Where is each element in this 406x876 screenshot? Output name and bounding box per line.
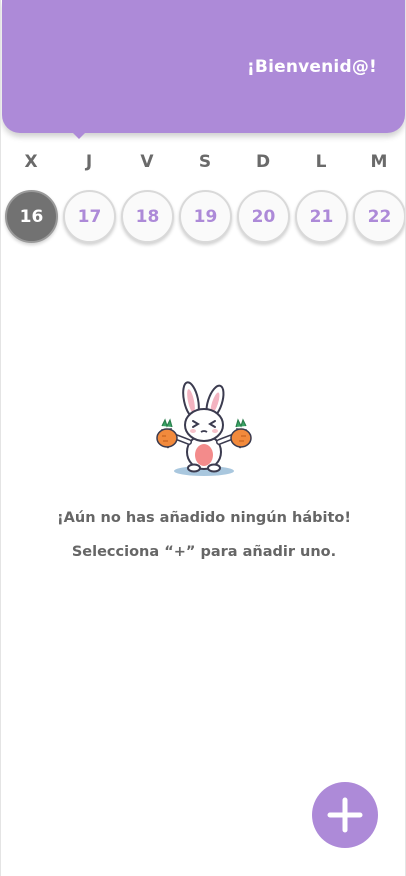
header-notch [72, 132, 86, 139]
bunny-with-carrots-icon [156, 381, 252, 476]
weekday-row: X J V S D L M [1, 152, 405, 176]
day-button[interactable]: 22 [353, 190, 405, 243]
add-habit-button[interactable] [312, 782, 378, 848]
empty-hint: Selecciona “+” para añadir uno. [71, 544, 337, 560]
weekday-label: M [370, 152, 388, 172]
day-button[interactable]: 19 [179, 190, 232, 243]
welcome-title: ¡Bienvenid@! [246, 57, 377, 77]
weekday-label: X [24, 152, 38, 172]
plus-icon [327, 797, 363, 833]
day-button[interactable]: 18 [121, 190, 174, 243]
empty-message: ¡Aún no has añadido ningún hábito! [57, 510, 351, 526]
day-button-selected[interactable]: 16 [5, 190, 58, 243]
weekday-label: V [140, 152, 154, 172]
day-selector: 16 17 18 19 20 21 22 [1, 190, 405, 248]
weekday-label: S [198, 152, 212, 172]
weekday-label: D [255, 152, 271, 172]
weekday-label: L [315, 152, 327, 172]
day-button[interactable]: 20 [237, 190, 290, 243]
day-button[interactable]: 17 [63, 190, 116, 243]
weekday-label: J [85, 152, 93, 172]
day-button[interactable]: 21 [295, 190, 348, 243]
empty-state: ¡Aún no has añadido ningún hábito! Selec… [1, 380, 405, 560]
header-bar: ¡Bienvenid@! [2, 0, 405, 139]
app-screen: ¡Bienvenid@! X J V S D L M 16 17 18 19 2… [0, 0, 406, 876]
